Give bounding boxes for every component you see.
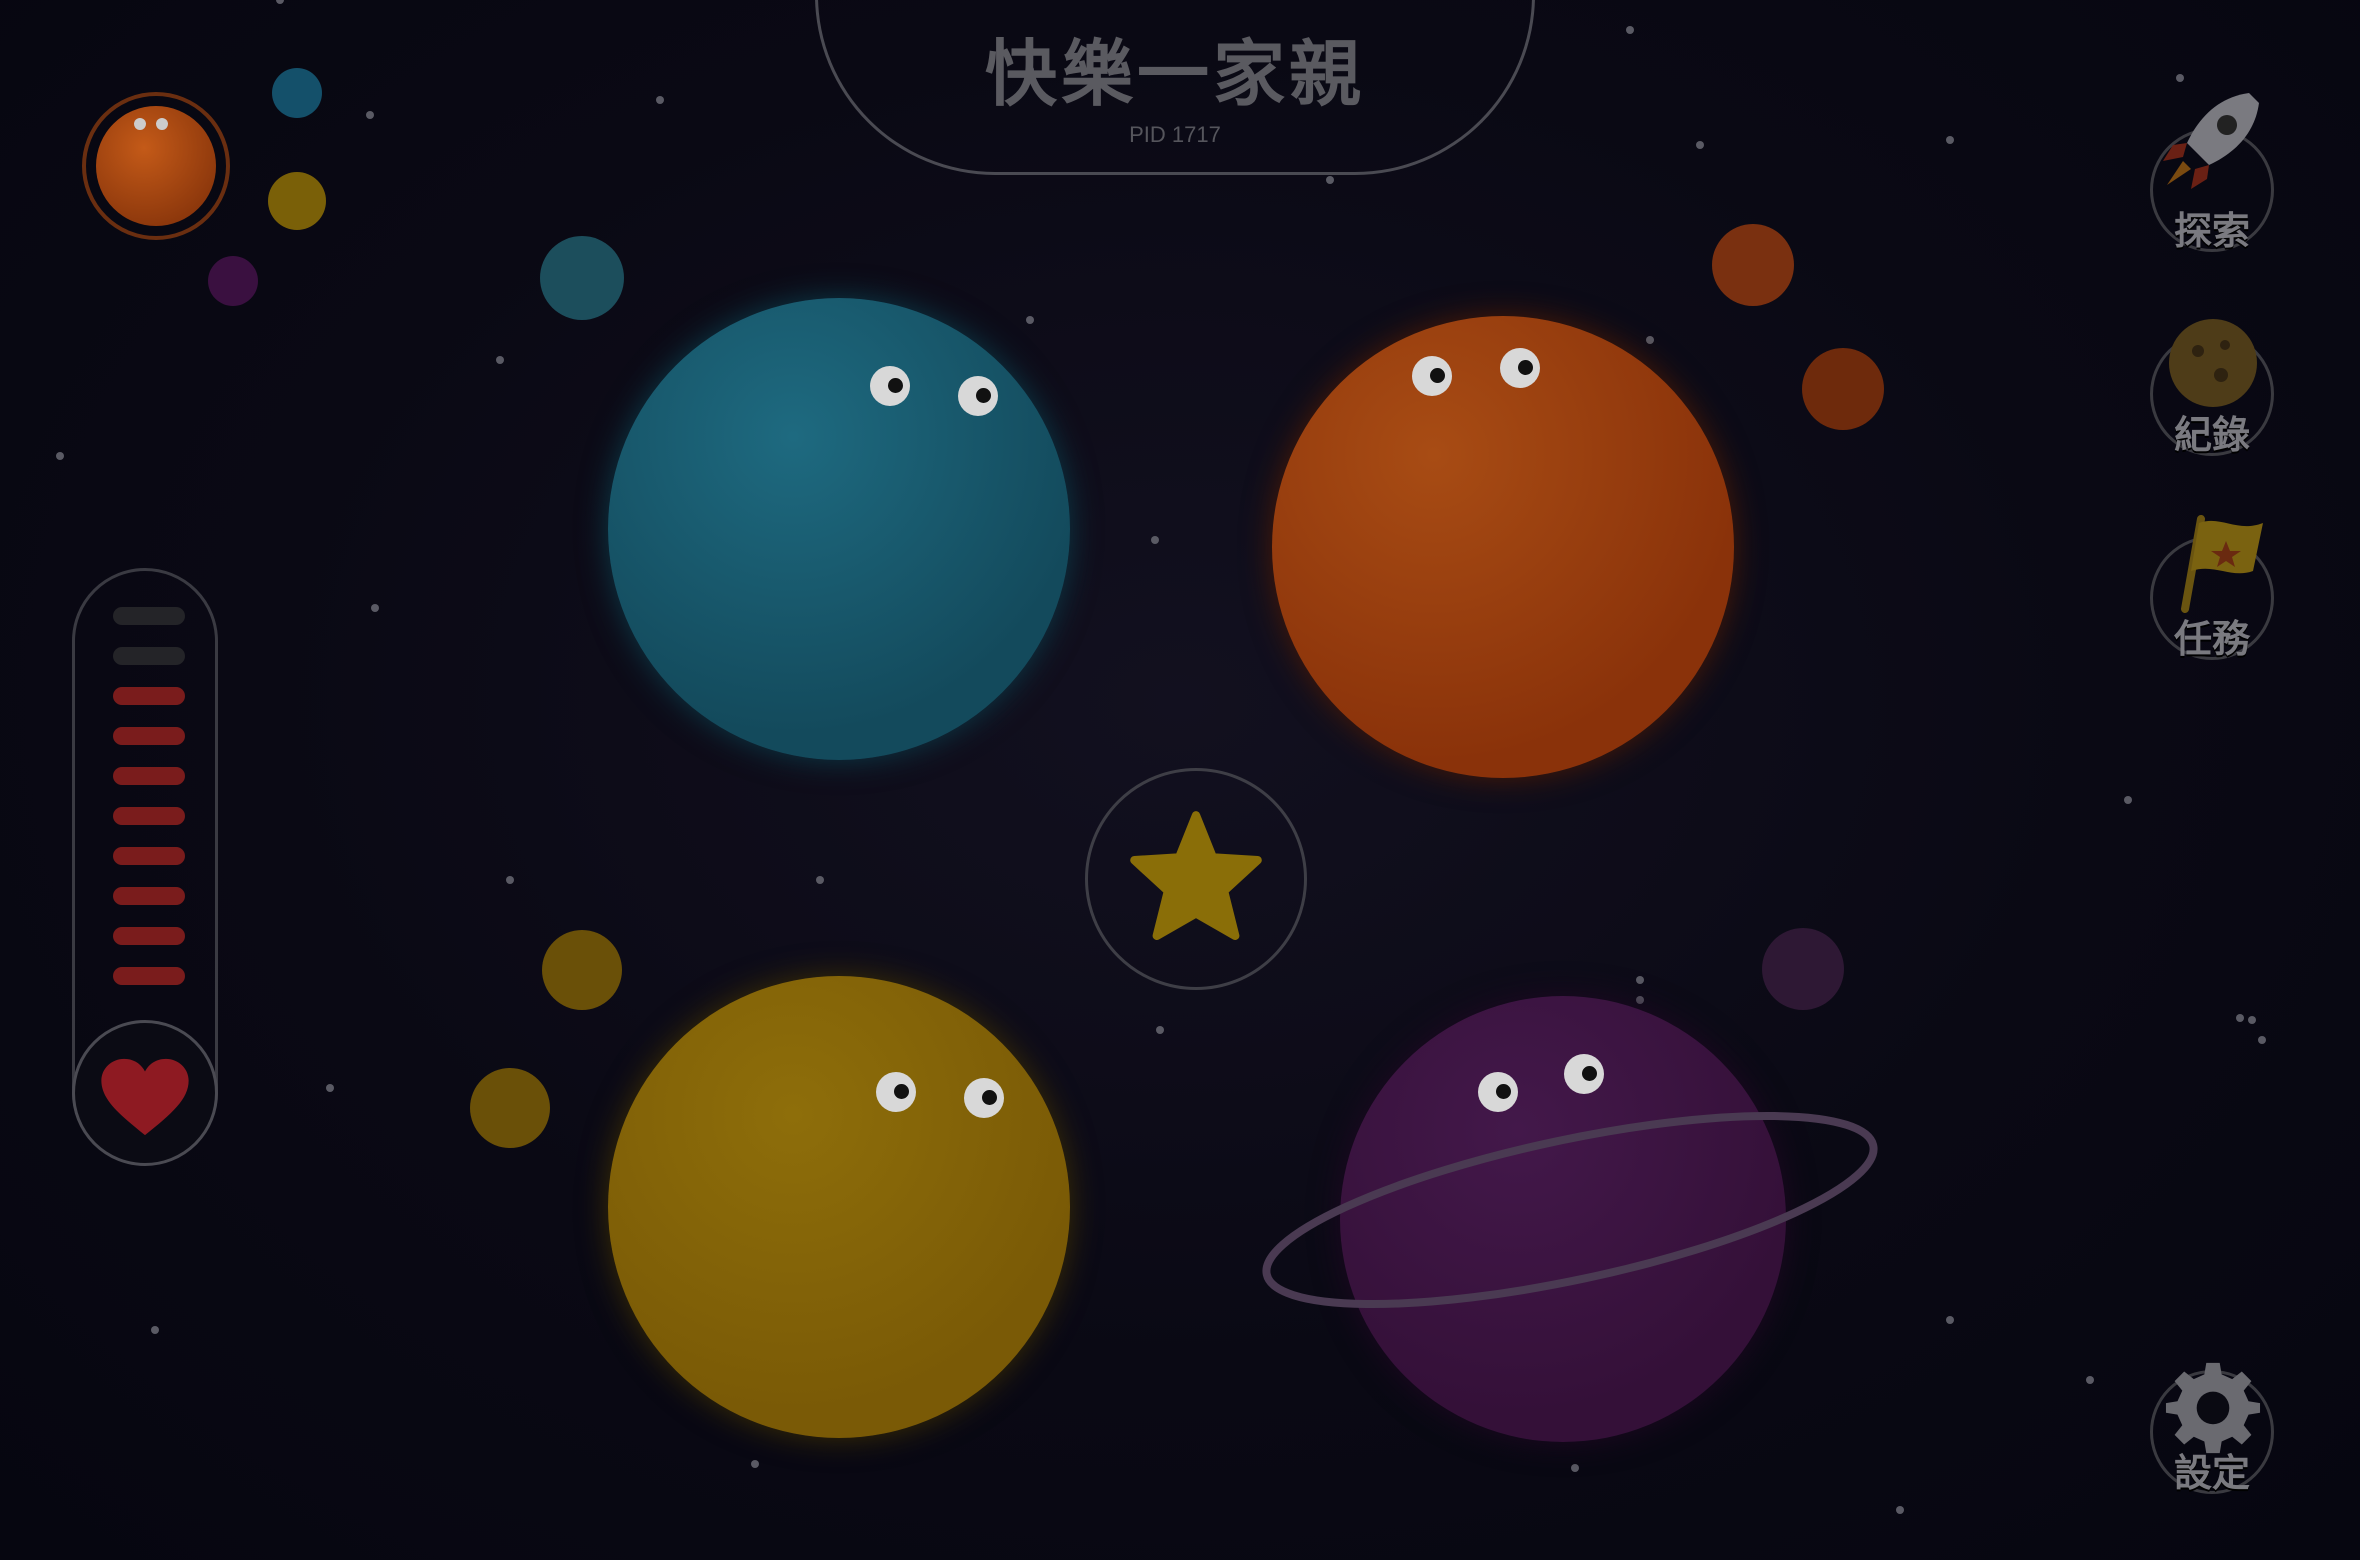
energy-segment [113,607,185,625]
planet-orange[interactable] [1272,316,1734,778]
planet-eye [1564,1054,1604,1094]
player-avatar[interactable] [82,92,230,240]
energy-segment [113,767,185,785]
moon [540,236,624,320]
planet-eye [870,366,910,406]
planet-eye [1500,348,1540,388]
energy-segment [113,887,185,905]
moon [1802,348,1884,430]
planet-eye [958,376,998,416]
planet-eye [964,1078,1004,1118]
records-label: 紀錄 [2173,413,2250,457]
heart-button[interactable] [72,1020,218,1166]
planet-eye [876,1072,916,1112]
planet-blue[interactable] [608,298,1070,760]
star-icon [1130,811,1262,940]
gear-icon [2165,1362,2261,1454]
mini-planet-blue[interactable] [272,68,322,118]
energy-segment [113,967,185,985]
explore-label: 探索 [2173,209,2250,253]
planet-eye [1412,356,1452,396]
title-banner: 快樂一家親 PID 1717 [815,0,1535,175]
flag-icon [2181,515,2263,613]
mini-planet-purple[interactable] [208,256,258,306]
page-title: 快樂一家親 [984,32,1365,116]
heart-icon [101,1058,189,1136]
cookie-icon [2169,319,2257,407]
explore-button[interactable]: 探索 [2150,93,2274,253]
energy-segment [113,807,185,825]
star-button[interactable] [1085,768,1307,990]
settings-label: 設定 [2173,1451,2250,1495]
moon [542,930,622,1010]
planet-ring [1262,1111,1878,1309]
records-button[interactable]: 紀錄 [2150,319,2274,457]
energy-segment [113,927,185,945]
energy-segment [113,727,185,745]
rocket-icon [2163,93,2259,189]
energy-segment [113,687,185,705]
moon [1762,928,1844,1010]
mini-planet-yellow[interactable] [268,172,326,230]
planet-yellow[interactable] [608,976,1070,1438]
moon [470,1068,550,1148]
energy-segment [113,647,185,665]
energy-segment [113,847,185,865]
settings-button[interactable]: 設定 [2150,1362,2274,1495]
player-id: PID 1717 [1129,122,1221,147]
moon [1712,224,1794,306]
tasks-button[interactable]: 任務 [2150,515,2274,661]
tasks-label: 任務 [2173,617,2250,661]
